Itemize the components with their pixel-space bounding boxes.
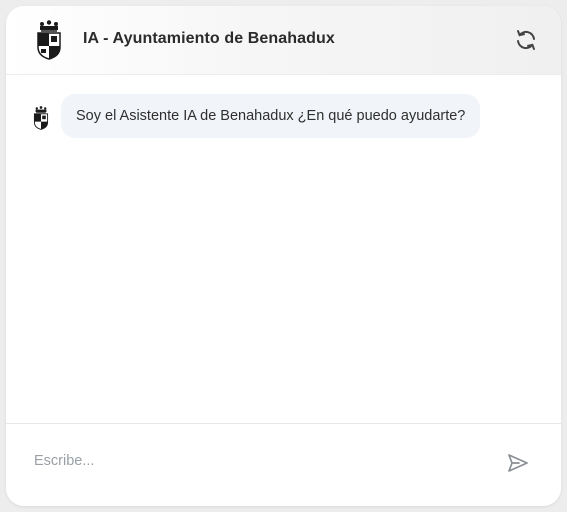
benahadux-coat-of-arms-icon [37, 20, 61, 60]
benahadux-coat-of-arms-icon [33, 106, 49, 130]
chat-window: IA - Ayuntamiento de Benahadux Soy el As… [6, 6, 561, 506]
message-composer [6, 423, 561, 506]
refresh-icon[interactable] [514, 28, 538, 52]
message-list: Soy el Asistente IA de Benahadux ¿En qué… [6, 75, 561, 423]
chat-header: IA - Ayuntamiento de Benahadux [6, 6, 561, 75]
chat-title: IA - Ayuntamiento de Benahadux [83, 30, 335, 47]
message-input[interactable] [34, 446, 474, 476]
bot-message-bubble: Soy el Asistente IA de Benahadux ¿En qué… [61, 94, 481, 138]
send-icon[interactable] [506, 451, 530, 475]
